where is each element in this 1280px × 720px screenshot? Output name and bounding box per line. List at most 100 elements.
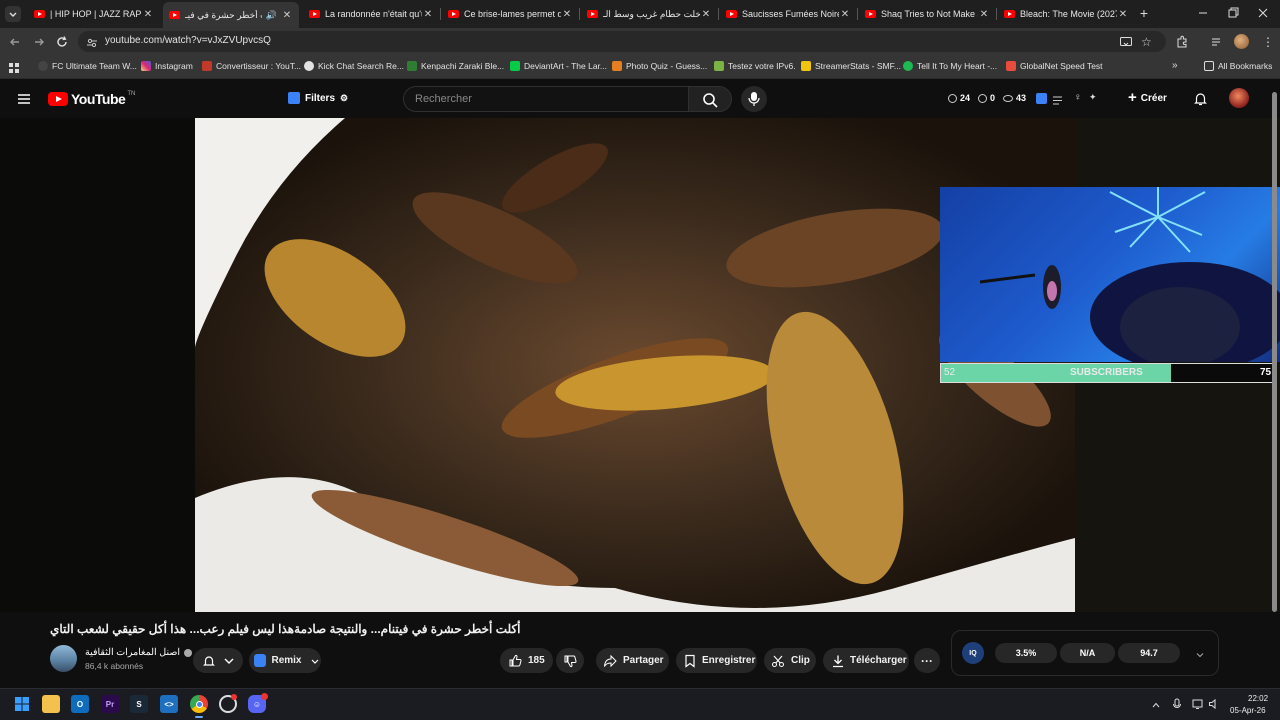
chrome-icon[interactable] — [190, 695, 208, 713]
bookmark-item[interactable]: Tell It To My Heart -... — [903, 61, 997, 71]
bookmarks-overflow-icon[interactable]: » — [1172, 60, 1178, 71]
browser-tab[interactable]: | HIP HOP | JAZZ RAP | BC ✕ — [30, 3, 158, 25]
forward-button[interactable] — [32, 35, 46, 49]
reload-button[interactable] — [55, 35, 69, 49]
all-bookmarks-button[interactable]: All Bookmarks — [1204, 61, 1272, 71]
bookmark-item[interactable]: Photo Quiz - Guess... — [612, 61, 707, 71]
bookmark-item[interactable]: Testez votre IPv6. — [714, 61, 796, 71]
sparkle-icon[interactable]: ✦ — [1089, 92, 1099, 104]
profile-avatar[interactable] — [1234, 34, 1249, 49]
extension-logo-icon[interactable] — [1036, 93, 1047, 104]
bookmark-favicon-icon — [407, 61, 417, 71]
browser-tab[interactable]: Saucisses Fumées Noires ✕ — [722, 3, 855, 25]
speaker-icon[interactable]: 🔊 — [266, 10, 277, 21]
steam-icon[interactable]: S — [130, 695, 148, 713]
channel-name[interactable]: اصنل المغامرات الثقافية — [85, 647, 193, 658]
close-tab-icon[interactable]: ✕ — [561, 9, 573, 20]
spotify-icon — [903, 61, 913, 71]
back-button[interactable] — [8, 35, 22, 49]
bookmark-item[interactable]: GlobalNet Speed Test — [1006, 61, 1103, 71]
close-window-button[interactable] — [1256, 6, 1270, 20]
bookmark-item[interactable]: Kenpachi Zaraki Ble... — [407, 61, 504, 71]
apps-grid-icon[interactable] — [8, 61, 20, 73]
like-button[interactable]: 185 — [500, 648, 553, 673]
close-tab-icon[interactable]: ✕ — [1117, 9, 1129, 20]
video-title: أكلت أخطر حشرة في فيتنام... والنتيجة صاد… — [50, 622, 521, 636]
volume-icon[interactable] — [1208, 697, 1220, 710]
bookmark-favicon-icon — [202, 61, 212, 71]
new-tab-button[interactable]: + — [1137, 5, 1151, 21]
youtube-favicon-icon — [169, 11, 180, 19]
restore-button[interactable] — [1226, 6, 1240, 20]
premiere-pro-icon[interactable]: Pr — [101, 695, 119, 713]
close-tab-icon[interactable]: ✕ — [142, 9, 154, 20]
search-button[interactable] — [688, 86, 732, 112]
bookmark-item[interactable]: DeviantArt - The Lar... — [510, 61, 607, 71]
browser-tab[interactable]: Ce brise-lames permet de ✕ — [444, 3, 577, 25]
close-tab-icon[interactable]: ✕ — [978, 9, 990, 20]
tray-overflow-icon[interactable] — [1151, 697, 1161, 708]
more-actions-button[interactable]: ··· — [914, 648, 940, 673]
youtube-logo[interactable]: YouTube TN — [48, 90, 135, 108]
bookmark-star-icon[interactable]: ☆ — [1141, 35, 1155, 49]
folder-icon — [1204, 61, 1214, 71]
windows-start-icon[interactable] — [13, 695, 31, 713]
clip-button[interactable]: Clip — [764, 648, 816, 673]
subscribe-bell-button[interactable] — [193, 648, 243, 673]
award-icon[interactable]: ♀ — [1074, 92, 1086, 104]
filters-button[interactable]: Filters ⚙ — [288, 92, 348, 104]
page-scrollbar[interactable] — [1272, 92, 1277, 612]
browser-tab-active[interactable]: أكلت أخطر حشرة في فيـ 🔊 ✕ — [163, 2, 299, 28]
download-button[interactable]: Télécharger — [823, 648, 909, 673]
tab-divider — [579, 8, 580, 20]
search-input[interactable]: Rechercher — [403, 86, 689, 112]
verified-icon — [184, 648, 193, 657]
browser-tab[interactable]: La randonnée n'était qu'u ✕ — [305, 3, 438, 25]
account-avatar[interactable] — [1229, 88, 1249, 108]
outlook-icon[interactable]: O — [71, 695, 89, 713]
extensions-icon[interactable] — [1175, 35, 1189, 49]
remix-button[interactable]: Remix — [249, 648, 321, 673]
notifications-bell-icon[interactable] — [1193, 91, 1208, 106]
bar-chart-icon — [801, 61, 811, 71]
bookmark-item[interactable]: Instagram — [141, 61, 193, 71]
create-button[interactable]: + Créer — [1128, 90, 1167, 105]
url-text[interactable]: youtube.com/watch?v=vJxZVUpvcsQ — [105, 35, 271, 46]
panel-expand-icon[interactable] — [1195, 647, 1205, 658]
share-icon — [604, 654, 617, 667]
extension-stats[interactable]: 24 0 43 — [948, 93, 1026, 103]
bookmark-item[interactable]: Kick Chat Search Re... — [304, 61, 404, 71]
voice-search-button[interactable] — [741, 86, 767, 112]
media-controls-icon[interactable] — [1210, 35, 1224, 49]
file-explorer-icon[interactable] — [42, 695, 60, 713]
extension-panel-logo-icon[interactable]: IQ — [962, 642, 984, 664]
hamburger-menu-icon[interactable] — [17, 92, 31, 106]
minimize-button[interactable] — [1196, 6, 1210, 20]
browser-tab[interactable]: دخلت حطام غريب وسط الـ ✕ — [583, 3, 716, 25]
clock-time[interactable]: 22:02 — [1248, 694, 1268, 703]
close-tab-icon[interactable]: ✕ — [839, 9, 851, 20]
close-tab-icon[interactable]: ✕ — [281, 10, 293, 21]
browser-tab[interactable]: Shaq Tries to Not Make a ✕ — [861, 3, 994, 25]
share-button[interactable]: Partager — [596, 648, 669, 673]
bookmark-item[interactable]: Convertisseur : YouT... — [202, 61, 301, 71]
close-tab-icon[interactable]: ✕ — [422, 9, 434, 20]
more-menu-icon[interactable]: ⋮ — [1262, 35, 1274, 49]
network-icon[interactable] — [1192, 697, 1204, 709]
bookmark-item[interactable]: StreamerStats - SMF... — [801, 61, 901, 71]
bookmark-item[interactable]: FC Ultimate Team W... — [38, 61, 137, 71]
list-icon[interactable] — [1052, 93, 1063, 105]
vscode-icon[interactable]: <> — [160, 695, 178, 713]
clock-date[interactable]: 05-Apr-26 — [1230, 706, 1266, 715]
site-info-icon[interactable] — [86, 36, 98, 48]
checkmark-icon — [714, 61, 724, 71]
tab-search-icon[interactable] — [5, 6, 21, 22]
microphone-tray-icon[interactable] — [1172, 697, 1182, 709]
cast-icon[interactable] — [1119, 35, 1133, 49]
save-button[interactable]: Enregistrer — [676, 648, 757, 673]
youtube-favicon-icon — [726, 10, 737, 18]
browser-tab[interactable]: Bleach: The Movie (2027) ✕ — [1000, 3, 1133, 25]
dislike-button[interactable] — [556, 648, 584, 673]
close-tab-icon[interactable]: ✕ — [700, 9, 712, 20]
channel-avatar[interactable] — [50, 645, 77, 672]
